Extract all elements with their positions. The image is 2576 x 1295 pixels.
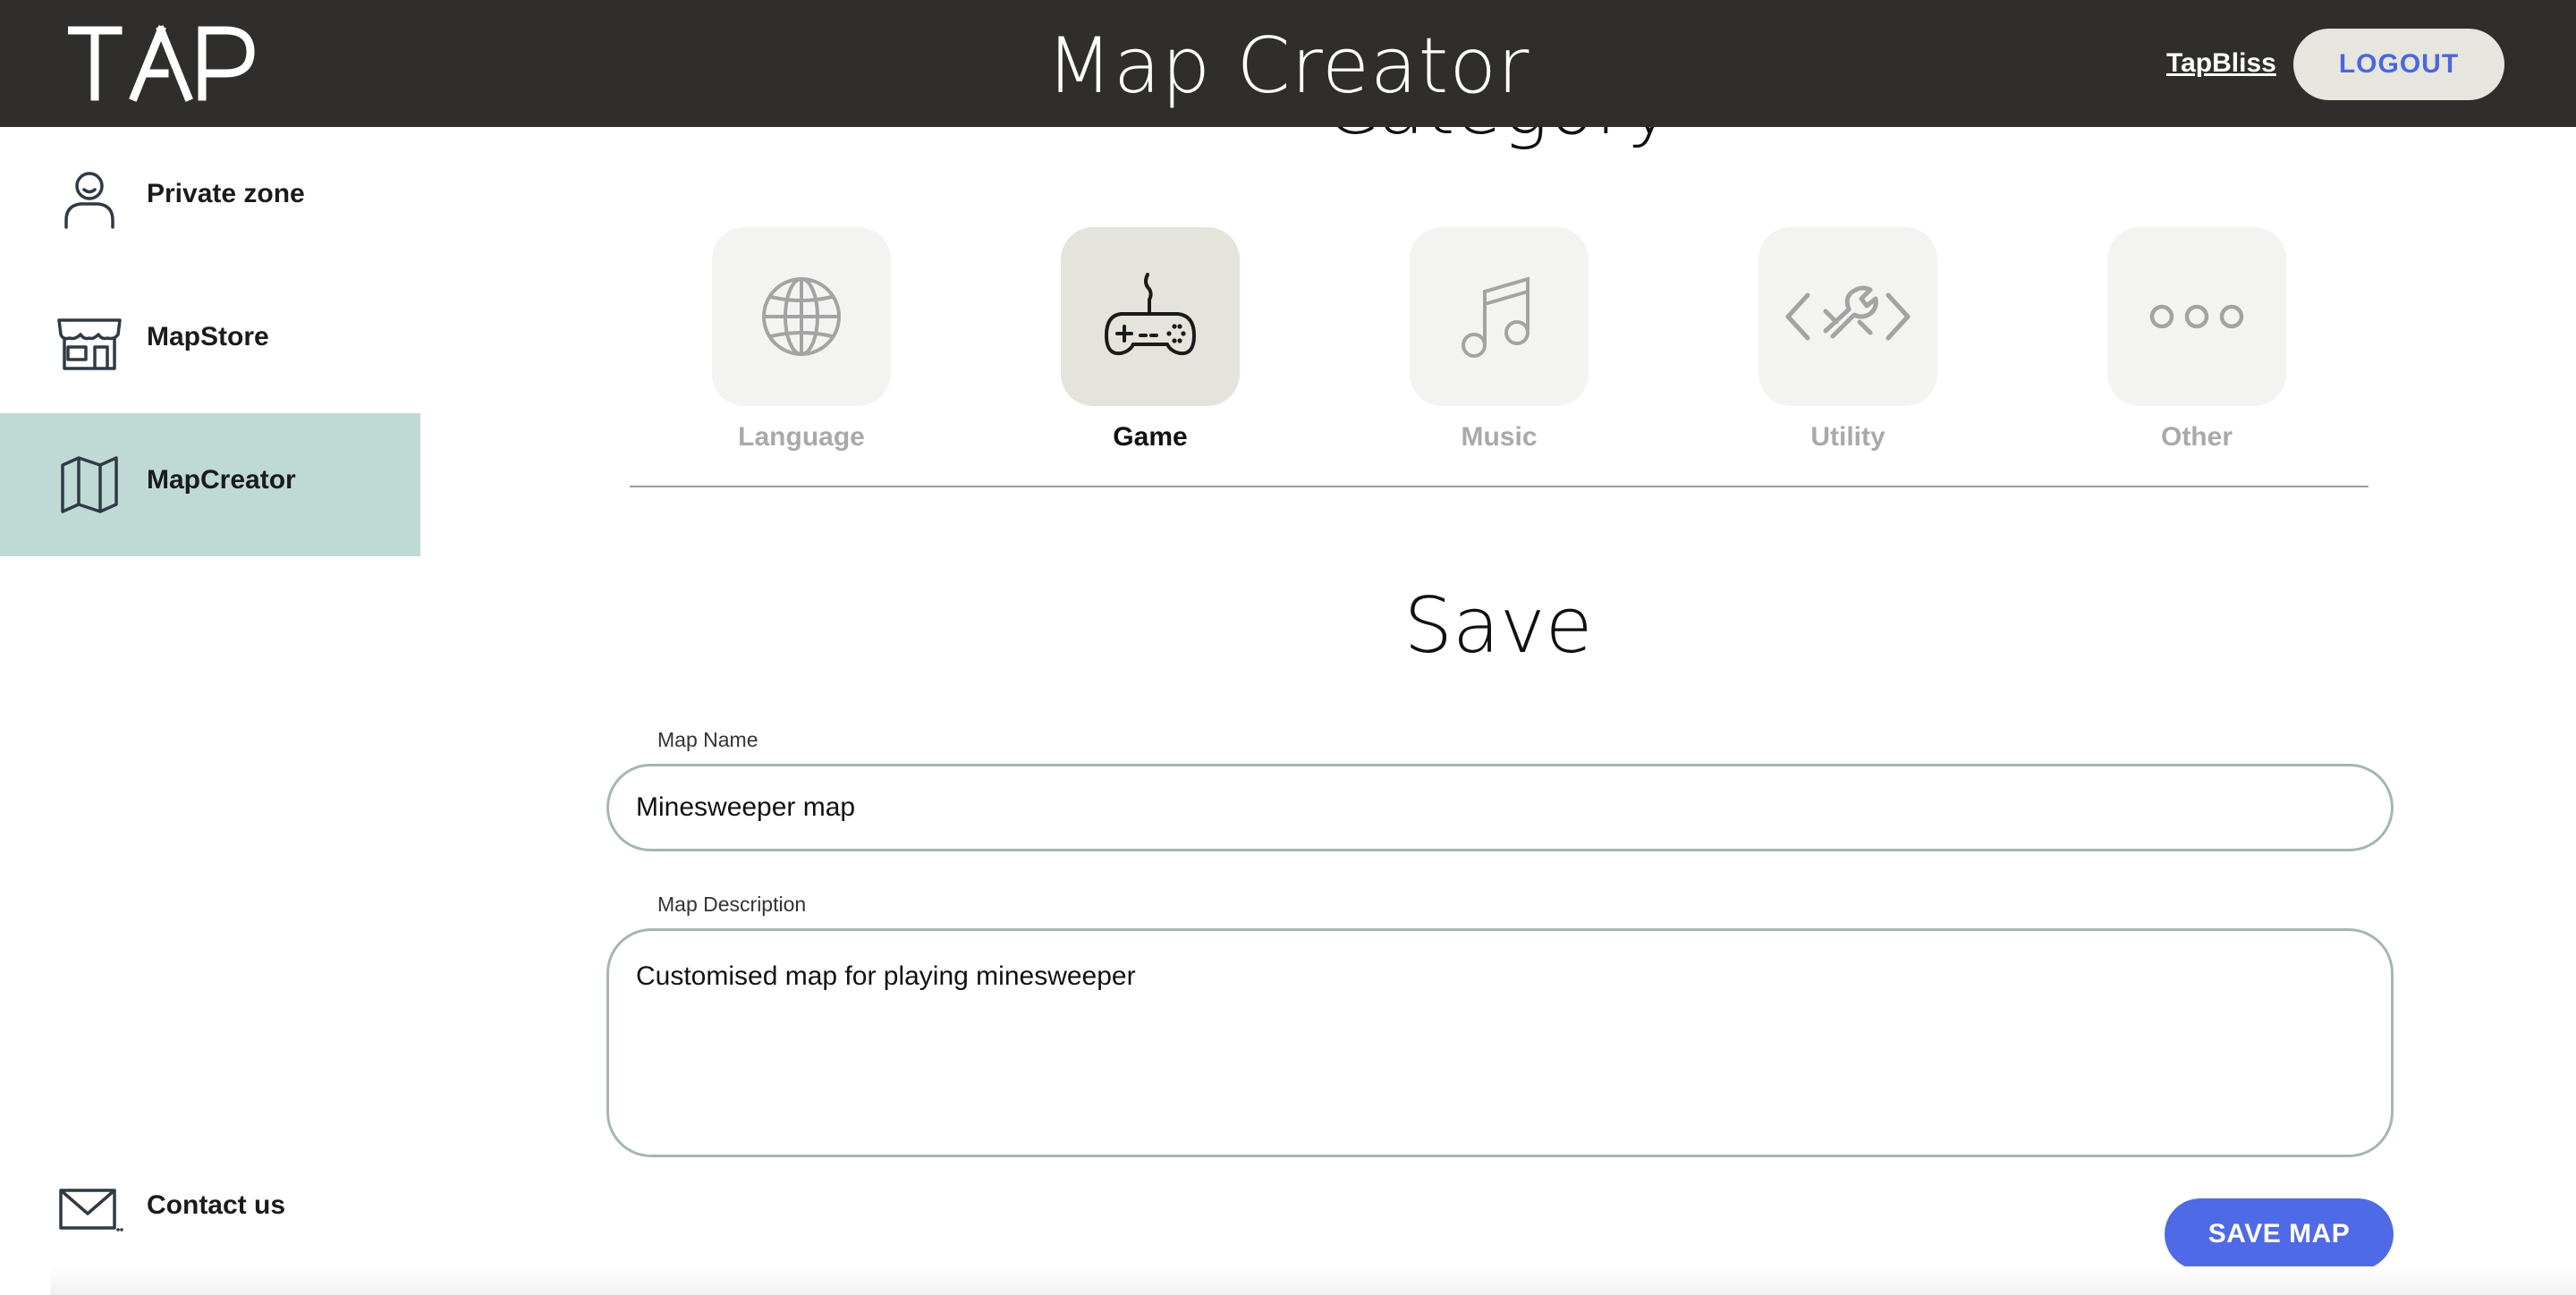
mail-icon: [59, 1189, 123, 1232]
sidebar-item-private-zone[interactable]: Private zone: [0, 127, 420, 270]
category-tile: [1410, 227, 1589, 406]
sidebar-item-label: Contact us: [147, 1190, 286, 1220]
globe-icon: [762, 277, 841, 356]
map-name-input[interactable]: [606, 764, 2394, 851]
category-option-utility[interactable]: Utility: [1758, 227, 1937, 453]
music-note-icon: [1462, 276, 1530, 358]
store-icon: [57, 318, 122, 370]
category-option-other[interactable]: Other: [2107, 227, 2286, 453]
category-label: Language: [738, 422, 865, 452]
map-creator-panel: Category Language: [420, 127, 2576, 1295]
category-tile: [1758, 227, 1937, 406]
category-label: Music: [1461, 422, 1538, 452]
map-description-input[interactable]: Customised map for playing minesweeper: [606, 928, 2394, 1157]
category-label: Utility: [1810, 422, 1885, 452]
category-tile: [1061, 227, 1240, 406]
code-wrench-icon: [1785, 285, 1911, 341]
save-heading: Save: [1403, 581, 1593, 671]
more-dots-icon: [2149, 304, 2244, 329]
sidebar-item-contact-us[interactable]: Contact us: [0, 1138, 420, 1282]
category-tile: [2107, 227, 2286, 406]
username-link[interactable]: TapBliss: [2166, 48, 2276, 79]
category-option-music[interactable]: Music: [1410, 227, 1589, 453]
person-icon: [64, 172, 114, 229]
category-label: Other: [2160, 422, 2233, 452]
sidebar-item-mapcreator[interactable]: MapCreator: [0, 413, 420, 556]
logout-button[interactable]: LOGOUT: [2293, 29, 2504, 100]
category-heading: Category: [420, 127, 2576, 152]
category-label: Game: [1113, 422, 1188, 452]
category-option-game[interactable]: Game: [1061, 227, 1240, 453]
sidebar-item-mapstore[interactable]: MapStore: [0, 270, 420, 413]
category-tile: [712, 227, 891, 406]
bottom-edge-shadow: [50, 1266, 2576, 1295]
map-icon: [61, 456, 118, 513]
section-divider: [630, 486, 2368, 487]
map-description-label: Map Description: [657, 893, 807, 916]
sidebar-item-label: MapCreator: [147, 465, 296, 495]
sidebar-item-label: MapStore: [147, 322, 269, 351]
gamepad-icon: [1104, 273, 1197, 356]
category-option-language[interactable]: Language: [712, 227, 891, 453]
top-header: Map Creator TapBliss LOGOUT: [0, 0, 2576, 127]
sidebar: Private zone MapStore MapCreator Contact…: [0, 127, 420, 1295]
map-name-label: Map Name: [657, 728, 758, 751]
save-map-button[interactable]: SAVE MAP: [2165, 1198, 2394, 1270]
sidebar-item-label: Private zone: [147, 179, 305, 208]
